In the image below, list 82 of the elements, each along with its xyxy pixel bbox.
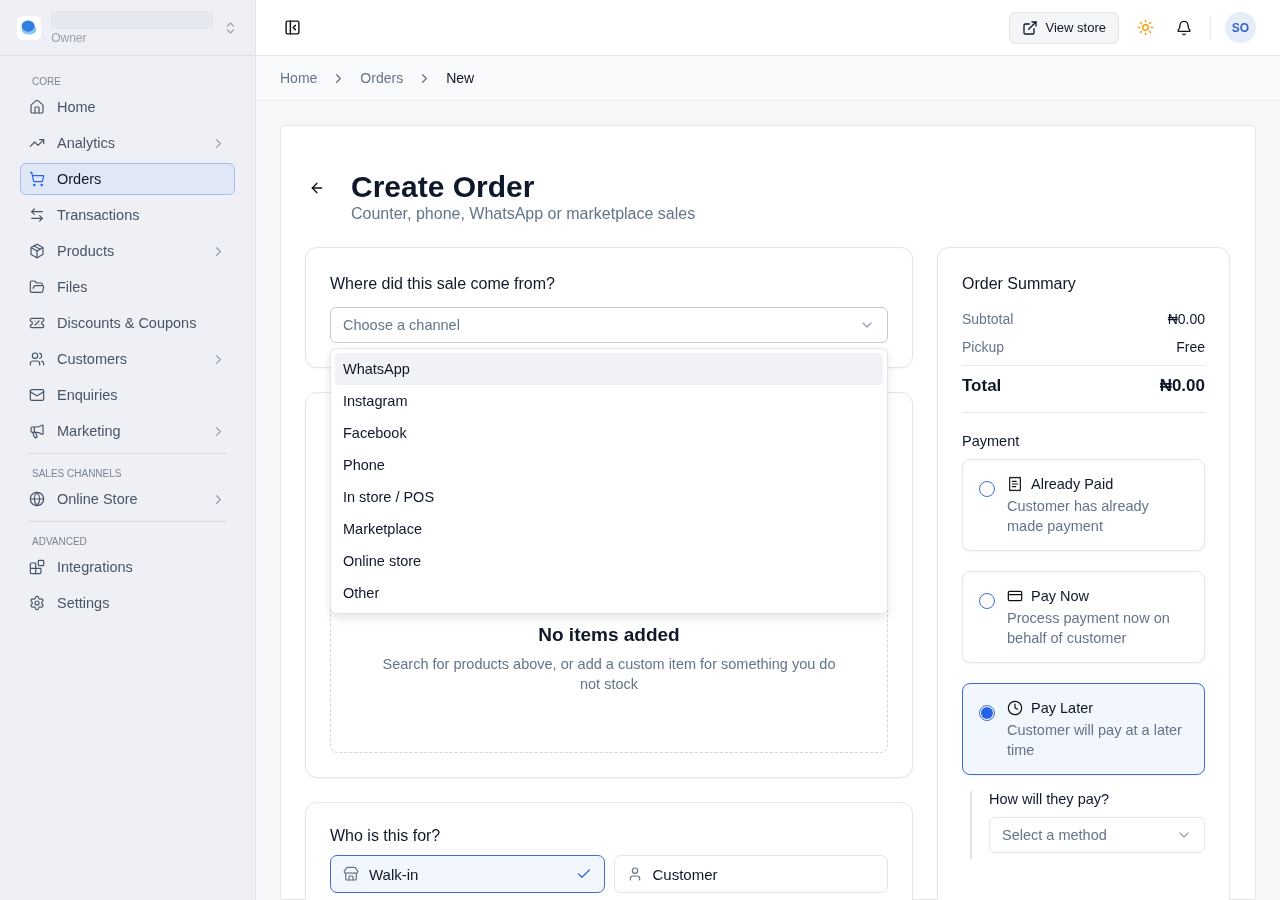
sun-icon: [1137, 19, 1154, 36]
summary-title: Order Summary: [962, 275, 1077, 293]
payment-option[interactable]: Pay Now Process payment now on behalf of customer: [962, 571, 1205, 663]
box-icon: [29, 243, 45, 259]
payment-title: Already Paid: [1031, 476, 1114, 492]
radio-button[interactable]: [979, 481, 995, 497]
summary-label: Subtotal: [962, 311, 1014, 327]
page-title: Create Order: [351, 170, 536, 203]
method-label: How will they pay?: [989, 791, 1111, 807]
home-icon: [29, 99, 45, 115]
view-store-button[interactable]: View store: [1008, 11, 1119, 44]
sidebar-item[interactable]: Online Store: [20, 483, 235, 515]
dropdown-option[interactable]: Facebook: [335, 417, 883, 449]
summary-label: Pickup: [962, 339, 1005, 355]
question-label: Where did this sale come from?: [330, 275, 556, 293]
arrows-icon: [29, 207, 45, 223]
empty-title: No items added: [538, 624, 680, 646]
payment-description: Process payment now on behalf of customer: [1007, 609, 1171, 648]
sidebar-item[interactable]: Customers: [20, 343, 235, 375]
dropdown-option[interactable]: Marketplace: [335, 513, 883, 545]
user-avatar[interactable]: SO: [1225, 12, 1256, 43]
dropdown-option[interactable]: In store / POS: [335, 481, 883, 513]
sidebar-item[interactable]: Files: [20, 271, 235, 303]
summary-value: Free: [1176, 339, 1205, 355]
total-label: Total: [962, 376, 1002, 396]
cart-icon: [29, 171, 45, 187]
settings-icon: [29, 595, 45, 611]
back-arrow-icon: [309, 180, 325, 196]
sidebar-item[interactable]: Discounts & Coupons: [20, 307, 235, 339]
ticket-icon: [29, 315, 45, 331]
sidebar-item[interactable]: Products: [20, 235, 235, 267]
sidebar-item[interactable]: Home: [20, 91, 235, 123]
empty-description: Search for products above, or add a custom item for something you do not stock: [381, 655, 837, 694]
sidebar-item[interactable]: Marketing: [20, 415, 235, 447]
radio-button[interactable]: [979, 705, 995, 721]
globe-icon: [29, 491, 45, 507]
bell-icon: [1176, 19, 1192, 36]
logo-icon: [17, 14, 42, 41]
payment-heading: Payment: [962, 433, 1021, 449]
dropdown-option[interactable]: Instagram: [335, 385, 883, 417]
dropdown-option[interactable]: Phone: [335, 449, 883, 481]
card-icon: [1007, 588, 1023, 604]
total-value: ₦0.00: [1159, 376, 1205, 396]
method-select[interactable]: Select a method: [989, 817, 1205, 853]
sidebar-item[interactable]: Analytics: [20, 127, 235, 159]
summary-value: ₦0.00: [1167, 311, 1205, 327]
clock-icon: [1007, 700, 1023, 716]
external-link-icon: [1021, 19, 1038, 36]
sidebar-item[interactable]: Integrations: [20, 551, 235, 583]
sidebar-panel-icon: [284, 19, 301, 36]
blocks-icon: [29, 559, 45, 575]
users-icon: [29, 351, 45, 367]
page-subtitle: Counter, phone, WhatsApp or marketplace sales: [351, 205, 696, 223]
channel-select[interactable]: Choose a channel: [330, 307, 888, 343]
dropdown-option[interactable]: Online store: [335, 545, 883, 577]
breadcrumb-link[interactable]: New: [446, 70, 475, 86]
dropdown-option[interactable]: Other: [335, 577, 883, 609]
breadcrumb-link[interactable]: Orders: [360, 70, 404, 86]
recipient-option[interactable]: Walk-in: [330, 855, 605, 893]
payment-title: Pay Now: [1031, 588, 1090, 604]
dropdown-option[interactable]: WhatsApp: [335, 353, 883, 385]
folder-icon: [29, 279, 45, 295]
store-icon: [343, 866, 359, 882]
breadcrumb-link[interactable]: Home: [280, 70, 318, 86]
payment-description: Customer has already made payment: [1007, 497, 1150, 536]
workspace-role: Owner: [51, 30, 88, 45]
payment-option[interactable]: Already Paid Customer has already made payment: [962, 459, 1205, 551]
section-heading: CORE: [31, 75, 62, 89]
megaphone-icon: [29, 423, 45, 439]
sidebar-item[interactable]: Enquiries: [20, 379, 235, 411]
sidebar-item[interactable]: Orders: [20, 163, 235, 195]
sidebar-item[interactable]: Settings: [20, 587, 235, 619]
recipient-option[interactable]: Customer: [613, 855, 888, 893]
sidebar-item[interactable]: Transactions: [20, 199, 235, 231]
payment-title: Pay Later: [1031, 700, 1094, 716]
payment-description: Customer will pay at a later time: [1007, 721, 1183, 760]
radio-button[interactable]: [979, 593, 995, 609]
section-heading: SALES CHANNELS: [31, 467, 123, 481]
mail-icon: [29, 387, 45, 403]
payment-option[interactable]: Pay Later Customer will pay at a later time: [962, 683, 1205, 775]
question-label: Who is this for?: [330, 827, 442, 845]
section-heading: ADVANCED: [31, 535, 88, 549]
